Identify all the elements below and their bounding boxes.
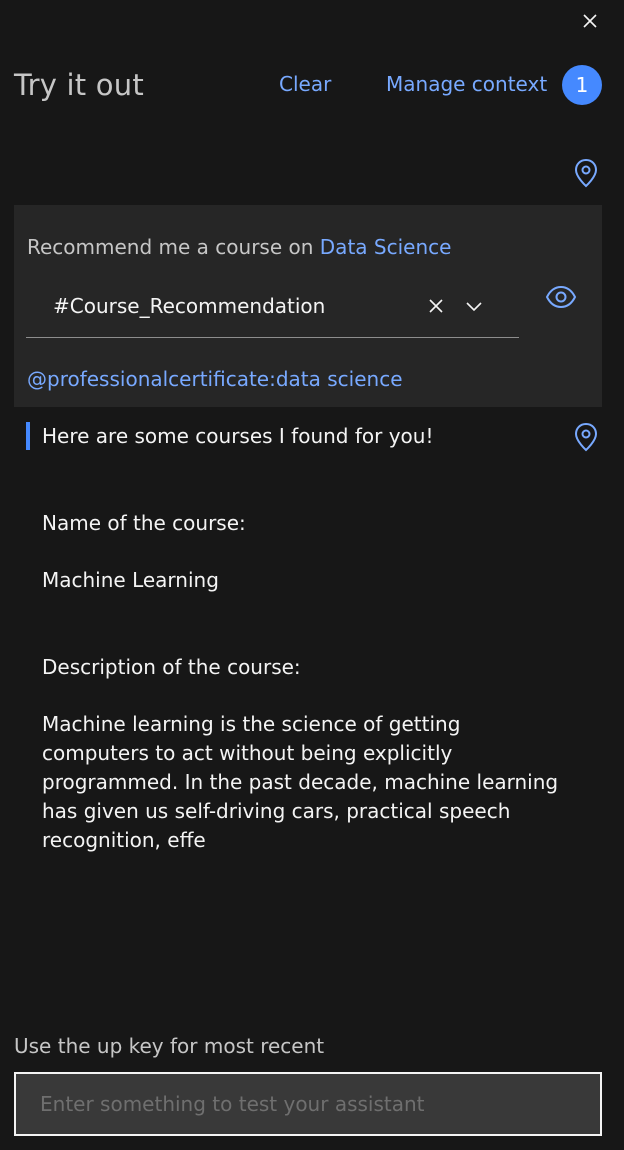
course-description-label: Description of the course: xyxy=(42,655,301,679)
eye-icon[interactable] xyxy=(545,285,577,309)
intent-value: #Course_Recommendation xyxy=(53,294,326,318)
bot-response-indicator xyxy=(26,422,30,450)
user-message: Recommend me a course on Data Science xyxy=(27,235,451,259)
clear-icon[interactable] xyxy=(426,296,446,316)
intent-dropdown[interactable]: #Course_Recommendation xyxy=(26,278,519,338)
course-description-value: Machine learning is the science of getti… xyxy=(42,712,559,852)
try-it-out-panel: Try it out Clear Manage context 1 Recomm… xyxy=(0,0,624,1150)
user-message-text: Recommend me a course on xyxy=(27,235,320,259)
chevron-down-icon[interactable] xyxy=(464,296,484,316)
clear-button[interactable]: Clear xyxy=(279,72,331,96)
user-message-card: Recommend me a course on Data Science #C… xyxy=(14,205,602,407)
entity-link[interactable]: @professionalcertificate:data science xyxy=(27,367,403,391)
user-message-highlight[interactable]: Data Science xyxy=(320,235,452,259)
panel-title: Try it out xyxy=(14,68,144,102)
location-pin-icon[interactable] xyxy=(573,422,599,452)
message-input[interactable] xyxy=(16,1074,600,1134)
message-input-box[interactable] xyxy=(14,1072,602,1136)
context-count-badge[interactable]: 1 xyxy=(562,65,602,105)
location-pin-icon[interactable] xyxy=(573,158,599,188)
input-hint: Use the up key for most recent xyxy=(14,1034,325,1058)
course-name-value: Machine Learning xyxy=(42,568,219,592)
close-icon[interactable] xyxy=(578,9,602,33)
bot-intro: Here are some courses I found for you! xyxy=(42,424,434,448)
course-name-label: Name of the course: xyxy=(42,511,246,535)
manage-context-button[interactable]: Manage context xyxy=(386,72,547,96)
